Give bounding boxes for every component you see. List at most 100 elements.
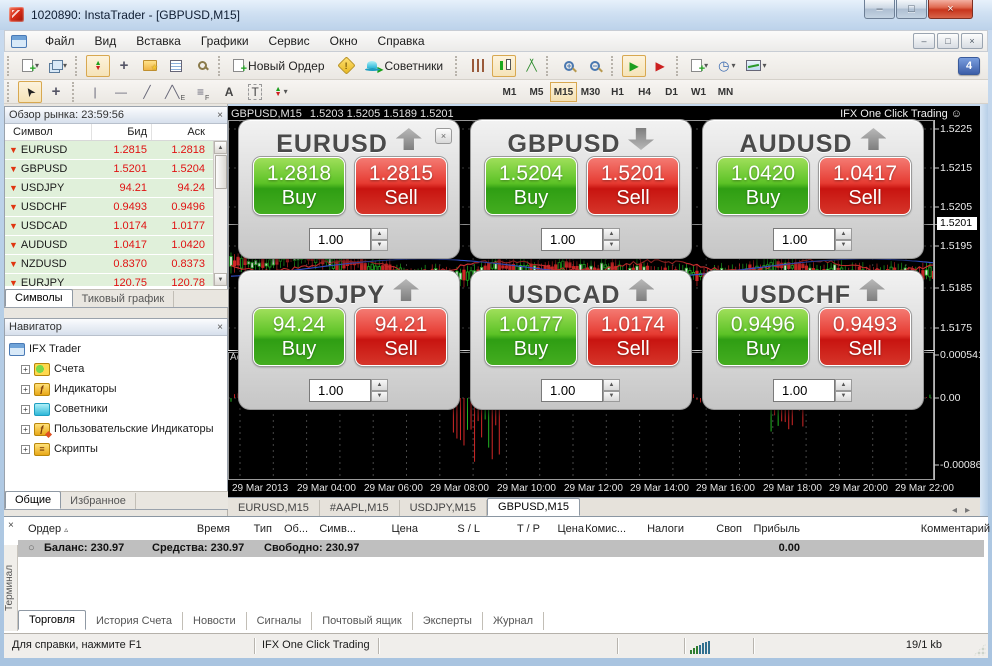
col-order[interactable]: Ордер ▵ [28,523,68,535]
lot-input[interactable] [541,228,603,251]
timeframe-m15[interactable]: M15 [550,82,577,102]
menu-help[interactable]: Справка [368,31,435,51]
sell-button[interactable]: 0.9493Sell [819,308,911,366]
resize-grip[interactable] [973,643,986,656]
equidistant-channel-button[interactable]: ╱╲ E [161,81,189,103]
tab-experts[interactable]: Эксперты [413,612,483,630]
lot-increase-button[interactable]: ▲ [603,228,620,240]
scroll-down-icon[interactable]: ▼ [214,273,227,286]
window-close-button[interactable]: × [928,0,973,19]
alert-button[interactable]: ! [335,55,359,77]
expand-icon[interactable]: + [21,445,30,454]
vertical-line-button[interactable]: | [83,81,107,103]
sell-button[interactable]: 1.2815Sell [355,157,447,215]
terminal-close-icon[interactable]: × [8,520,14,531]
arrows-tool-button[interactable]: ▲▼ ▾ [269,81,293,103]
tree-root-ifx-trader[interactable]: IFX Trader [9,339,227,359]
tab-account-history[interactable]: История Счета [86,612,183,630]
tab-news[interactable]: Новости [183,612,247,630]
buy-button[interactable]: 0.9496Buy [717,308,809,366]
col-swap[interactable]: Своп [692,523,742,535]
sell-button[interactable]: 1.0174Sell [587,308,679,366]
tab-symbols[interactable]: Символы [5,289,73,307]
lot-increase-button[interactable]: ▲ [835,228,852,240]
crosshair-tool-button[interactable]: + [44,81,68,103]
col-volume[interactable]: Об... [268,523,308,535]
menu-file[interactable]: Файл [35,31,85,51]
lot-increase-button[interactable]: ▲ [835,379,852,391]
lot-decrease-button[interactable]: ▼ [603,240,620,252]
lot-increase-button[interactable]: ▲ [371,228,388,240]
tab-journal[interactable]: Журнал [483,612,544,630]
tab-scroll-right-icon[interactable]: ▸ [965,505,970,516]
lot-input[interactable] [773,379,835,402]
tab-mailbox[interactable]: Почтовый ящик [312,612,412,630]
lot-input[interactable] [309,379,371,402]
tree-item-experts[interactable]: + Советники [9,399,227,419]
market-watch-header[interactable]: Обзор рынка: 23:59:56 × [5,107,227,124]
sell-button[interactable]: 1.5201Sell [587,157,679,215]
candlestick-chart-button[interactable] [492,55,516,77]
expand-icon[interactable]: + [21,365,30,374]
chart-shift-button[interactable]: ▶ [648,55,672,77]
line-chart-button[interactable]: ╱╲ [518,55,542,77]
sell-button[interactable]: 1.0417Sell [819,157,911,215]
timeframe-m30[interactable]: M30 [577,82,604,102]
col-commission[interactable]: Комис... [576,523,626,535]
navigator-close-icon[interactable]: × [217,322,223,333]
symbol-row[interactable]: ▼EURJPY 120.75120.78 [5,274,227,286]
fibonacci-button[interactable]: ≡ F [191,81,215,103]
tree-item-accounts[interactable]: + Счета [9,359,227,379]
profiles-button[interactable]: ▾ [45,55,71,77]
buy-button[interactable]: 1.5204Buy [485,157,577,215]
tree-item-custom-indicators[interactable]: + ƒ Пользовательские Индикаторы [9,419,227,439]
col-tp[interactable]: T / P [482,523,540,535]
expand-icon[interactable]: + [21,385,30,394]
timeframe-d1[interactable]: D1 [658,82,685,102]
sell-button[interactable]: 94.21Sell [355,308,447,366]
symbol-row[interactable]: ▼USDCHF 0.94930.9496 [5,198,227,217]
buy-button[interactable]: 1.0420Buy [717,157,809,215]
buy-button[interactable]: 1.0177Buy [485,308,577,366]
text-label-button[interactable]: T [243,81,267,103]
navigator-header[interactable]: Навигатор × [5,319,227,336]
expand-icon[interactable]: + [21,425,30,434]
cursor-tool-button[interactable]: ➤ [18,81,42,103]
timeframe-m1[interactable]: M1 [496,82,523,102]
tab-favorites[interactable]: Избранное [61,493,136,509]
menu-window[interactable]: Окно [320,31,368,51]
symbol-row[interactable]: ▼EURUSD 1.28151.2818 [5,141,227,160]
expert-advisors-button[interactable]: ▶ Советники [361,55,452,77]
timeframe-h1[interactable]: H1 [604,82,631,102]
mdi-minimize-button[interactable]: – [913,33,935,49]
bar-chart-button[interactable] [466,55,490,77]
chart-area[interactable]: GBPUSD,M151.5203 1.5205 1.5189 1.5201 IF… [228,106,980,497]
window-minimize-button[interactable]: – [864,0,895,19]
terminal-vertical-tab[interactable]: Терминал [4,545,18,631]
col-symbol[interactable]: Симв... [306,523,356,535]
lot-decrease-button[interactable]: ▼ [371,240,388,252]
tree-item-scripts[interactable]: + ≡ Скрипты [9,439,227,459]
mdi-restore-button[interactable]: □ [937,33,959,49]
panel-close-button[interactable]: × [435,128,452,144]
chart-tab-eurusd[interactable]: EURUSD,M15 [228,500,320,516]
templates-button[interactable]: ▾ [742,55,771,77]
chart-tab-gbpusd[interactable]: GBPUSD,M15 [487,498,580,516]
mdi-close-button[interactable]: × [961,33,983,49]
symbol-row[interactable]: ▼NZDUSD 0.83700.8373 [5,255,227,274]
tab-common[interactable]: Общие [5,491,61,509]
window-maximize-button[interactable]: □ [896,0,927,19]
navigator-toggle[interactable]: ★ [138,55,162,77]
col-type[interactable]: Тип [232,523,272,535]
tab-scroll-left-icon[interactable]: ◂ [952,505,957,516]
toolbar-handle[interactable] [7,56,14,76]
market-watch-toggle[interactable]: ▲▼ [86,55,110,77]
timeframe-mn[interactable]: MN [712,82,739,102]
lot-increase-button[interactable]: ▲ [371,379,388,391]
trendline-button[interactable]: ╱ [135,81,159,103]
scrollbar-thumb[interactable] [215,155,227,189]
lot-decrease-button[interactable]: ▼ [371,391,388,403]
tree-item-indicators[interactable]: + ƒ Индикаторы [9,379,227,399]
lot-input[interactable] [309,228,371,251]
tab-tick-chart[interactable]: Тиковый график [73,291,175,307]
